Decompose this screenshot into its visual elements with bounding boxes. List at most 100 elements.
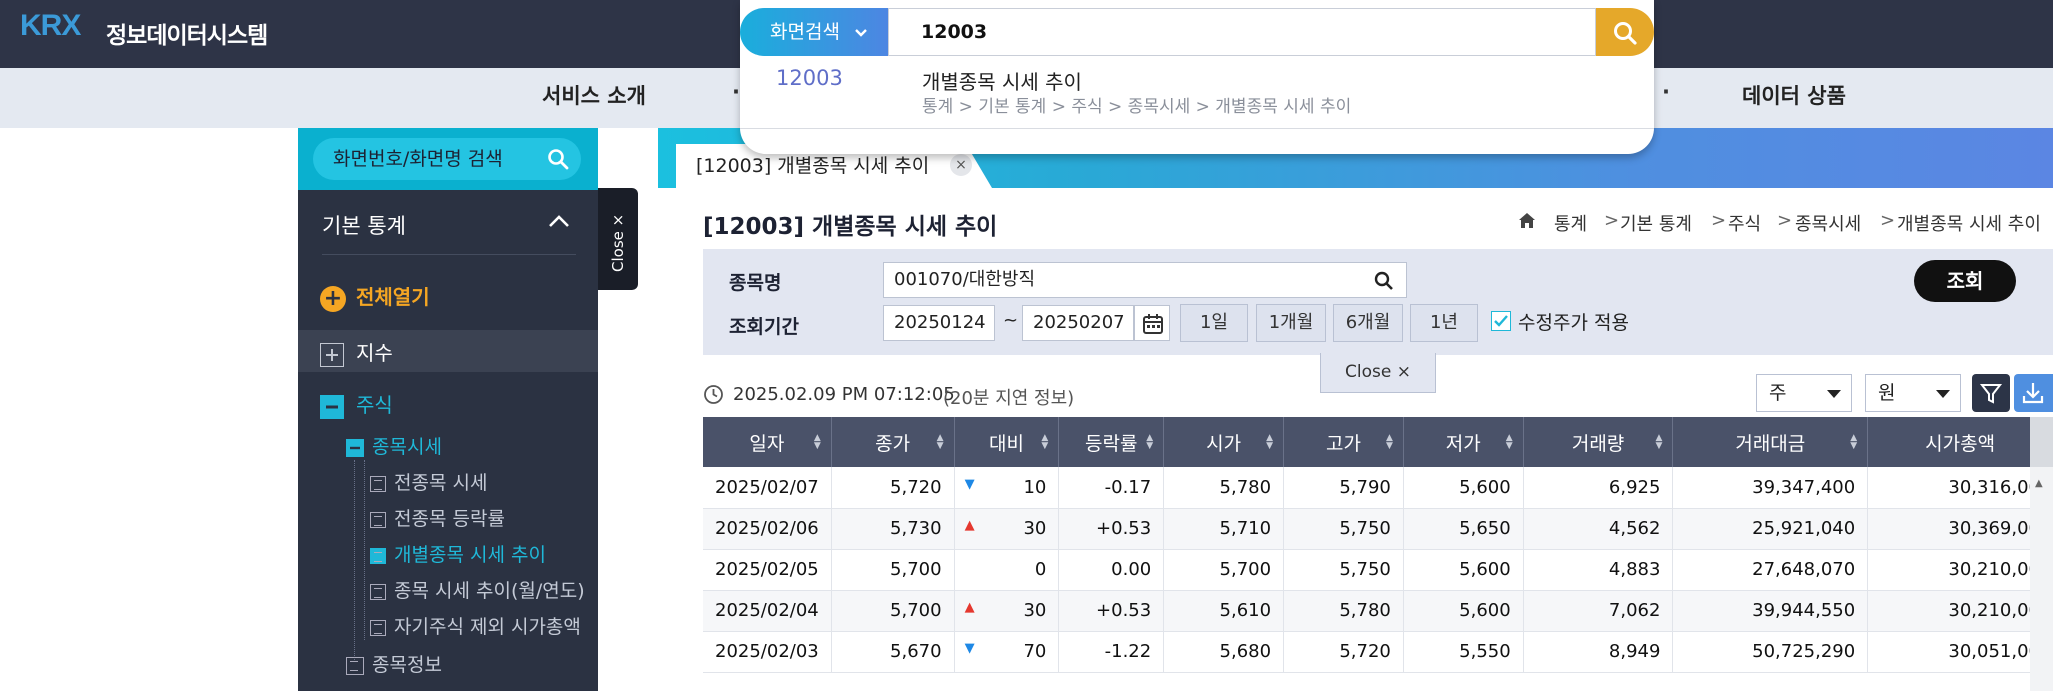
collapse-minus-icon	[320, 394, 344, 419]
nav-service-intro[interactable]: 서비스 소개	[542, 80, 646, 110]
sort-icon: ▲ ▼	[1385, 433, 1393, 451]
stock-name-value: 001070/대한방직	[894, 269, 1036, 290]
range-1day-button[interactable]: 1일	[1180, 304, 1248, 342]
sidebar-leaf-label: 전종목 등락률	[394, 508, 505, 530]
breadcrumb-item[interactable]: 기본 통계	[1620, 210, 1692, 236]
query-button[interactable]: 조회	[1914, 260, 2016, 302]
column-header[interactable]: 일자 ▲ ▼	[703, 417, 832, 467]
table-row[interactable]: 2025/02/04 5,700 ▲ 30 +0.53 5,610 5,780 5,600 7,…	[703, 590, 2053, 632]
search-icon[interactable]	[1374, 271, 1394, 291]
sidebar-item-index[interactable]: 지수	[320, 337, 393, 367]
stock-name-input[interactable]: 001070/대한방직	[883, 262, 1407, 298]
search-button[interactable]	[1596, 8, 1654, 56]
sidebar-leaf-monthly-trend[interactable]: 종목 시세 추이(월/연도)	[370, 576, 585, 603]
column-header[interactable]: 거래대금 ▲ ▼	[1672, 417, 1869, 467]
site-title[interactable]: 정보데이터시스템	[106, 16, 268, 50]
sidebar-leaf-mcap-excl-treasury[interactable]: 자기주식 제외 시가총액	[370, 612, 581, 639]
adjusted-price-label: 수정주가 적용	[1518, 312, 1629, 334]
calendar-button[interactable]	[1134, 305, 1170, 341]
suggestion-code[interactable]: 12003	[776, 66, 843, 90]
cell-change-value: 70	[1023, 641, 1047, 662]
search-icon[interactable]	[547, 148, 569, 170]
cell-change: ▼ 70	[954, 631, 1060, 673]
unit-period-select[interactable]: 주	[1756, 374, 1852, 412]
sidebar-leaf-stock-trend[interactable]: 개별종목 시세 추이	[370, 540, 546, 567]
filter-button[interactable]	[1972, 374, 2010, 412]
range-6month-button[interactable]: 6개월	[1333, 304, 1403, 342]
down-triangle-icon: ▼	[964, 476, 975, 492]
scrollbar-thumb[interactable]	[2030, 417, 2053, 467]
breadcrumb-item[interactable]: 종목시세	[1795, 210, 1861, 236]
filter-close-button[interactable]: Close ×	[1320, 353, 1436, 393]
scroll-up-arrow-icon[interactable]: ▲	[2035, 478, 2043, 489]
cell-close: 5,720	[831, 467, 955, 509]
home-icon[interactable]	[1518, 212, 1536, 229]
sidebar-leaf-all-rates[interactable]: 전종목 등락률	[370, 504, 505, 531]
column-header[interactable]: 대비 ▲ ▼	[954, 417, 1060, 467]
table-row[interactable]: 2025/02/06 5,730 ▲ 30 +0.53 5,710 5,750 5,650 4,…	[703, 508, 2053, 550]
suggestion-title[interactable]: 개별종목 시세 추이	[922, 66, 1082, 95]
adjusted-price-checkbox[interactable]	[1491, 311, 1511, 331]
up-triangle-icon: ▲	[964, 600, 975, 615]
column-header[interactable]: 시가 ▲ ▼	[1163, 417, 1285, 467]
table-row[interactable]: 2025/02/03 5,670 ▼ 70 -1.22 5,680 5,720 5,550 8,…	[703, 631, 2053, 673]
sidebar-leaf-label: 종목 시세 추이(월/연도)	[394, 580, 585, 602]
sidebar-item-stock[interactable]: 주식	[320, 389, 393, 419]
cell-date: 2025/02/04	[703, 590, 832, 632]
table-row[interactable]: 2025/02/07 5,720 ▼ 10 -0.17 5,780 5,790 5,600 6,…	[703, 467, 2053, 509]
search-input[interactable]: 12003	[888, 8, 1596, 56]
sort-icon: ▲ ▼	[1850, 433, 1858, 451]
filter-icon	[1979, 384, 2003, 404]
unit-currency-select[interactable]: 원	[1865, 374, 1961, 412]
tab-close-icon[interactable]: ×	[950, 154, 972, 176]
nav-data-products[interactable]: 데이터 상품	[1742, 80, 1846, 110]
breadcrumb-item[interactable]: 통계	[1554, 210, 1587, 236]
table-header-row: 일자 ▲ ▼ 종가 ▲ ▼ 대비 ▲ ▼ 등락률 ▲ ▼ 시가 ▲ ▼ 고가 ▲ ▼ 저가 ▲ ▼ 거래량 ▲…	[703, 417, 2053, 467]
table-row[interactable]: 2025/02/05 5,700 0 0.00 5,700 5,750 5,600 4,883…	[703, 549, 2053, 591]
open-all-button[interactable]: + 전체열기	[320, 281, 430, 312]
sidebar-leaf-all-prices[interactable]: 전종목 시세	[370, 468, 487, 495]
sidebar-search-input[interactable]: 화면번호/화면명 검색	[313, 138, 581, 180]
sidebar-leaf-label: 전종목 시세	[394, 472, 488, 494]
sidebar-leaf-label: 개별종목 시세 추이	[394, 544, 546, 566]
column-header[interactable]: 거래량 ▲ ▼	[1523, 417, 1674, 467]
column-header[interactable]: 시가총액	[1867, 417, 2053, 467]
range-1year-button[interactable]: 1년	[1410, 304, 1478, 342]
cell-low: 5,600	[1403, 467, 1524, 509]
column-header[interactable]: 등락률 ▲ ▼	[1058, 417, 1165, 467]
krx-logo[interactable]: KRX	[20, 9, 81, 43]
range-1month-button[interactable]: 1개월	[1256, 304, 1326, 342]
column-header[interactable]: 고가 ▲ ▼	[1283, 417, 1404, 467]
document-icon	[370, 475, 386, 492]
search-category-select[interactable]: 화면검색	[740, 8, 888, 56]
sidebar-item-price[interactable]: 종목시세	[346, 432, 442, 459]
chevron-up-icon[interactable]	[548, 214, 570, 228]
cell-change-value: 0	[1034, 559, 1047, 580]
sort-icon: ▲ ▼	[1041, 433, 1049, 451]
sidebar-item-stock-info[interactable]: 종목정보	[346, 650, 442, 677]
plus-circle-icon: +	[320, 285, 346, 312]
sort-icon: ▲ ▼	[1266, 433, 1274, 451]
column-header[interactable]: 저가 ▲ ▼	[1403, 417, 1524, 467]
cell-change-value: 10	[1023, 476, 1047, 498]
sidebar-section-title[interactable]: 기본 통계	[322, 210, 406, 240]
column-header[interactable]: 종가 ▲ ▼	[831, 417, 955, 467]
cell-high: 5,750	[1283, 508, 1404, 550]
sidebar-close-tab[interactable]: Close ×	[598, 188, 638, 290]
breadcrumb-item[interactable]: 개별종목 시세 추이	[1897, 210, 2041, 236]
start-date-input[interactable]: 20250124	[883, 305, 995, 341]
period-label: 조회기간	[729, 316, 799, 338]
cell-open: 5,780	[1163, 467, 1285, 509]
sidebar-item-price-label: 종목시세	[372, 436, 442, 458]
cell-mcap: 30,316,00	[1867, 467, 2053, 509]
sidebar-item-stock-label: 주식	[356, 393, 393, 417]
end-date-input[interactable]: 20250207	[1022, 305, 1134, 341]
cell-rate: -0.17	[1058, 467, 1165, 509]
nav-separator: ·	[1662, 80, 1670, 104]
breadcrumb-item[interactable]: 주식	[1728, 210, 1761, 236]
download-button[interactable]	[2014, 374, 2053, 412]
cell-volume: 8,949	[1523, 631, 1674, 673]
cell-high: 5,720	[1283, 631, 1404, 673]
cell-date: 2025/02/07	[703, 467, 832, 509]
timestamp: 2025.02.09 PM 07:12:05	[733, 384, 955, 405]
